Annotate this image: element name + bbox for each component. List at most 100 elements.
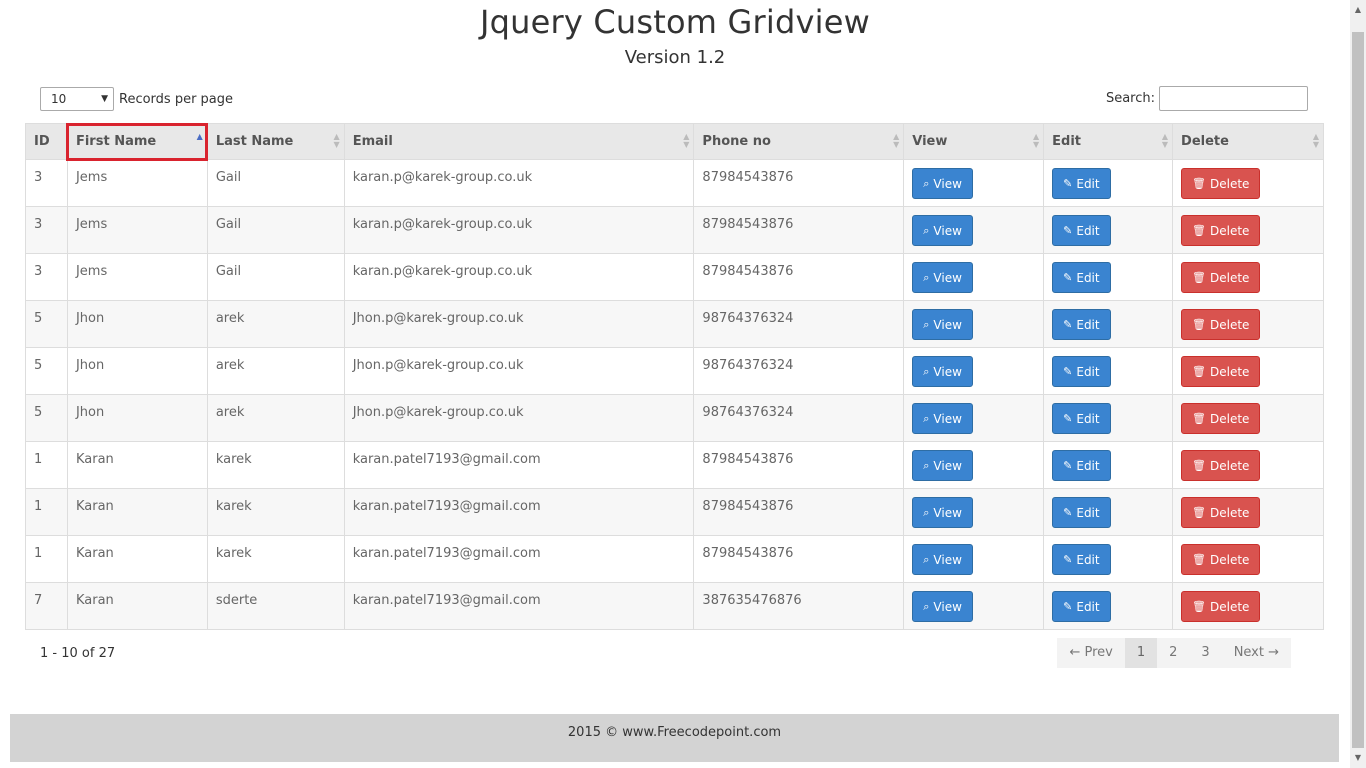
version-label: Version 1.2 [624,47,726,68]
edit-cell: ✎ Edit [1043,300,1174,348]
delete-cell: 🗑 Delete [1172,535,1324,583]
column-header-delete[interactable]: Delete ▲ ▼ [1172,123,1324,160]
first-name-cell: Jems [66,159,208,207]
prev-page-button[interactable]: ← Prev [1057,638,1125,668]
edit-icon: ✎ [1063,459,1073,472]
edit-button[interactable]: ✎ Edit [1052,450,1111,481]
page-1-button[interactable]: 1 [1124,638,1158,668]
edit-button[interactable]: ✎ Edit [1052,497,1111,528]
sort-icon: ▲ ▼ [683,132,690,149]
edit-icon: ✎ [1063,177,1073,190]
delete-button[interactable]: 🗑 Delete [1181,403,1261,434]
column-header-first-name[interactable]: First Name ▲ [66,122,209,161]
edit-icon: ✎ [1063,271,1073,284]
sort-icon: ▲ ▼ [893,132,900,149]
table-row: 5 Jhon arek Jhon.p@karek-group.co.uk 9876437… [25,394,1324,442]
column-header-last-name[interactable]: Last Name ▲ ▼ [206,123,345,160]
email-cell: karan.patel7193@gmail.com [343,535,695,583]
vertical-scrollbar[interactable]: ▲ ▼ [1350,0,1366,768]
view-button[interactable]: ⌕ View [912,544,973,575]
column-header-label: Last Name [215,134,294,149]
trash-icon: 🗑 [1192,177,1207,190]
delete-button[interactable]: 🗑 Delete [1181,450,1261,481]
scroll-down-icon[interactable]: ▼ [1350,750,1366,766]
view-cell: ⌕ View [903,582,1045,630]
delete-button[interactable]: 🗑 Delete [1181,356,1261,387]
view-button[interactable]: ⌕ View [912,450,973,481]
table-row: 1 Karan karek karan.patel7193@gmail.com 8798… [25,441,1324,489]
view-button[interactable]: ⌕ View [912,168,973,199]
first-name-cell: Jems [66,253,208,301]
view-cell: ⌕ View [903,159,1045,207]
delete-cell: 🗑 Delete [1172,582,1324,630]
delete-button-label: Delete [1210,599,1250,614]
trash-icon: 🗑 [1192,365,1207,378]
delete-button[interactable]: 🗑 Delete [1181,591,1261,622]
search-input[interactable] [1159,86,1308,111]
email-cell: karan.patel7193@gmail.com [343,441,695,489]
edit-button[interactable]: ✎ Edit [1052,262,1111,293]
edit-button[interactable]: ✎ Edit [1052,544,1111,575]
delete-button[interactable]: 🗑 Delete [1181,497,1261,528]
edit-button[interactable]: ✎ Edit [1052,309,1111,340]
delete-cell: 🗑 Delete [1172,253,1324,301]
delete-cell: 🗑 Delete [1172,488,1324,536]
id-cell: 5 [25,394,68,442]
search-icon: ⌕ [923,458,930,472]
header-row: ID First Name ▲ Last Name ▲ ▼ Email ▲ ▼ Phone no ▲… [25,122,1324,161]
view-button[interactable]: ⌕ View [912,309,973,340]
view-button[interactable]: ⌕ View [912,356,973,387]
table-row: 3 Jems Gail karan.p@karek-group.co.uk 879845… [25,253,1324,301]
page-2-button[interactable]: 2 [1157,638,1190,668]
column-header-edit[interactable]: Edit ▲ ▼ [1043,123,1174,160]
edit-button[interactable]: ✎ Edit [1052,168,1111,199]
delete-button[interactable]: 🗑 Delete [1181,544,1261,575]
column-header-email[interactable]: Email ▲ ▼ [343,123,695,160]
page-title: Jquery Custom Gridview [480,3,870,41]
phone-cell: 98764376324 [693,394,905,442]
view-button[interactable]: ⌕ View [912,215,973,246]
delete-cell: 🗑 Delete [1172,394,1324,442]
last-name-cell: sderte [206,582,345,630]
edit-cell: ✎ Edit [1043,394,1174,442]
edit-button[interactable]: ✎ Edit [1052,215,1111,246]
column-header-label: ID [34,134,50,149]
delete-cell: 🗑 Delete [1172,206,1324,254]
edit-button-label: Edit [1076,176,1100,191]
edit-cell: ✎ Edit [1043,488,1174,536]
sort-icon: ▲ ▼ [1032,132,1040,149]
scroll-up-icon[interactable]: ▲ [1350,2,1366,18]
view-button[interactable]: ⌕ View [912,403,973,434]
view-button[interactable]: ⌕ View [912,497,973,528]
column-header-label: View [912,134,948,149]
search-icon: ⌕ [923,317,930,331]
id-cell: 1 [25,441,68,489]
page-3-button[interactable]: 3 [1189,638,1222,668]
edit-cell: ✎ Edit [1043,347,1174,395]
table-row: 3 Jems Gail karan.p@karek-group.co.uk 879845… [25,206,1324,254]
records-per-page-select[interactable]: 10 ▼ [40,87,114,111]
column-header-label: Email [352,134,393,149]
edit-button-label: Edit [1076,411,1100,426]
edit-icon: ✎ [1063,365,1073,378]
edit-icon: ✎ [1063,506,1073,519]
delete-button[interactable]: 🗑 Delete [1181,168,1261,199]
delete-button[interactable]: 🗑 Delete [1181,309,1261,340]
delete-button[interactable]: 🗑 Delete [1181,262,1261,293]
edit-button[interactable]: ✎ Edit [1052,403,1111,434]
scrollbar-thumb[interactable] [1352,32,1364,748]
search-icon: ⌕ [923,599,930,613]
edit-button[interactable]: ✎ Edit [1052,356,1111,387]
email-cell: karan.p@karek-group.co.uk [343,159,695,207]
trash-icon: 🗑 [1192,553,1207,566]
next-page-button[interactable]: Next → [1221,638,1291,668]
delete-button[interactable]: 🗑 Delete [1181,215,1261,246]
table-row: 3 Jems Gail karan.p@karek-group.co.uk 879845… [25,159,1324,207]
edit-button[interactable]: ✎ Edit [1052,591,1111,622]
view-button[interactable]: ⌕ View [912,591,973,622]
phone-cell: 98764376324 [693,300,905,348]
column-header-view[interactable]: View ▲ ▼ [903,123,1045,160]
delete-button-label: Delete [1210,505,1250,520]
view-button[interactable]: ⌕ View [912,262,973,293]
column-header-phone-no[interactable]: Phone no ▲ ▼ [693,123,905,160]
